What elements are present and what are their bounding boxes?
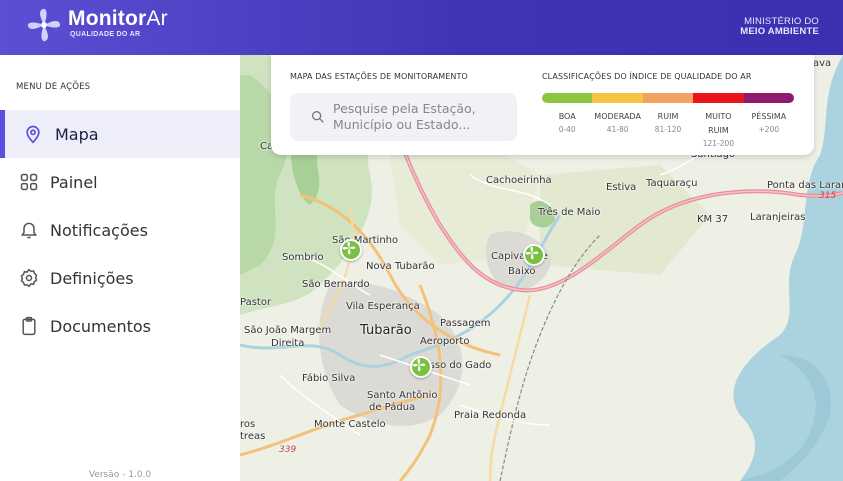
settings-icon <box>18 267 40 289</box>
class-name: BOA <box>558 112 576 121</box>
map-label-laranjeiras: Laranjeiras <box>750 212 806 223</box>
map-label-sao-bernardo: São Bernardo <box>302 279 370 290</box>
map-label-de-padua: de Pádua <box>369 402 416 413</box>
map-label-km37: KM 37 <box>697 214 729 225</box>
class-pessima: PÉSSIMA +200 <box>744 110 794 150</box>
map-label-vila-esperanca: Vila Esperança <box>346 301 420 312</box>
brand[interactable]: MonitorAr QUALIDADE DO AR <box>68 7 168 38</box>
brand-name: MonitorAr <box>68 7 168 30</box>
sidebar-item-definicoes[interactable]: Definições <box>0 254 240 302</box>
sidebar-item-painel[interactable]: Painel <box>0 158 240 206</box>
station-marker-capivari-de-baixo[interactable] <box>523 244 545 266</box>
map-label-nova-tubarao: Nova Tubarão <box>366 261 435 272</box>
ministry-line-2: MEIO AMBIENTE <box>740 26 819 37</box>
class-name: PÉSSIMA <box>751 112 787 121</box>
map-label-taquaracu: Taquaraçu <box>646 178 698 189</box>
brand-subtitle: QUALIDADE DO AR <box>70 31 141 38</box>
classification-title: CLASSIFICAÇÕES DO ÍNDICE DE QUALIDADE DO… <box>542 72 752 81</box>
map-label-road-339: 339 <box>279 445 297 455</box>
map-label-monte-castelo: Monte Castelo <box>314 419 386 430</box>
sidebar-item-notificacoes[interactable]: Notificações <box>0 206 240 254</box>
map-pin-icon <box>22 123 44 145</box>
class-range: 0-40 <box>558 125 576 134</box>
map-label-estiva: Estiva <box>606 182 637 193</box>
search-input[interactable]: Pesquise pela Estação, Município ou Esta… <box>290 93 517 141</box>
map-label-ava: ava <box>813 58 832 69</box>
pinwheel-icon <box>412 358 426 372</box>
map-info-panel: MAPA DAS ESTAÇÕES DE MONITORAMENTO Pesqu… <box>271 55 814 155</box>
class-name: MUITO RUIM <box>705 112 732 135</box>
map-label-direita: Direita <box>271 338 305 349</box>
map-label-ros: ros <box>240 419 256 430</box>
version-label: Versão - 1.0.0 <box>88 470 152 480</box>
map-label-sao-joao-margem: São João Margem <box>244 325 332 336</box>
map-label-fabio-silva: Fábio Silva <box>302 373 356 384</box>
sidebar-item-documentos[interactable]: Documentos <box>0 302 240 350</box>
class-range: 121-200 <box>702 139 735 148</box>
class-range: 81-120 <box>654 125 682 134</box>
class-name: MODERADA <box>594 112 641 121</box>
class-color-ruim <box>642 93 694 103</box>
map-label-ponta-das-laranjeiras: Ponta das Laran <box>767 180 843 191</box>
class-color-muito-ruim <box>693 93 744 103</box>
class-muito-ruim: MUITO RUIM 121-200 <box>693 110 743 150</box>
menu-title: MENU DE AÇÕES <box>16 82 91 92</box>
grid-icon <box>18 171 40 193</box>
bell-icon <box>18 219 40 241</box>
station-marker-sao-martinho[interactable] <box>340 239 362 261</box>
map-title: MAPA DAS ESTAÇÕES DE MONITORAMENTO <box>290 72 468 81</box>
map-label-passagem: Passagem <box>440 318 491 329</box>
map-label-tubarao: Tubarão <box>360 323 412 338</box>
map-label-pastor: Pastor <box>240 297 272 308</box>
sidebar-item-mapa[interactable]: Mapa <box>0 110 240 158</box>
sidebar: MENU DE AÇÕES Mapa Painel Notificações D… <box>0 55 240 481</box>
sidebar-item-label: Mapa <box>55 124 99 144</box>
class-color-boa <box>542 93 593 103</box>
classification-labels: BOA 0-40 MODERADA 41-80 RUIM 81-120 MUIT… <box>542 110 794 150</box>
map-label-sombrio: Sombrio <box>282 252 324 263</box>
sidebar-item-label: Definições <box>50 268 134 288</box>
pinwheel-icon <box>525 246 539 260</box>
ministry-logo: MINISTÉRIO DO MEIO AMBIENTE <box>740 17 819 37</box>
class-range: +200 <box>758 125 780 134</box>
pinwheel-logo-icon[interactable] <box>26 7 62 43</box>
class-boa: BOA 0-40 <box>542 110 592 150</box>
map-label-tres-de-maio: Três de Maio <box>538 207 601 218</box>
search-icon <box>312 111 324 123</box>
class-name: RUIM <box>657 112 679 121</box>
sidebar-item-label: Painel <box>50 172 98 192</box>
app-header: MonitorAr QUALIDADE DO AR MINISTÉRIO DO … <box>0 0 843 55</box>
class-color-moderada <box>592 93 643 103</box>
class-range: 41-80 <box>606 125 629 134</box>
map-label-capivari-baixo: Baixo <box>508 266 536 277</box>
search-placeholder: Pesquise pela Estação, Município ou Esta… <box>333 101 476 132</box>
map-label-santo-antonio: Santo Antônio <box>367 390 438 401</box>
map-label-praia-redonda: Praia Redonda <box>454 410 527 421</box>
station-marker-tubarao[interactable] <box>410 356 432 378</box>
sidebar-item-label: Notificações <box>50 220 148 240</box>
clipboard-icon <box>18 315 40 337</box>
classification-color-bar <box>542 93 794 103</box>
map-label-treas: treas <box>240 431 266 442</box>
class-ruim: RUIM 81-120 <box>643 110 693 150</box>
map-label-road-315: 315 <box>819 191 837 201</box>
map-label-cachoeirinha: Cachoeirinha <box>486 175 552 186</box>
sidebar-item-label: Documentos <box>50 316 152 336</box>
class-color-pessima <box>743 93 794 103</box>
map-label-aeroporto: Aeroporto <box>420 336 470 347</box>
pinwheel-icon <box>342 241 356 255</box>
class-moderada: MODERADA 41-80 <box>592 110 642 150</box>
